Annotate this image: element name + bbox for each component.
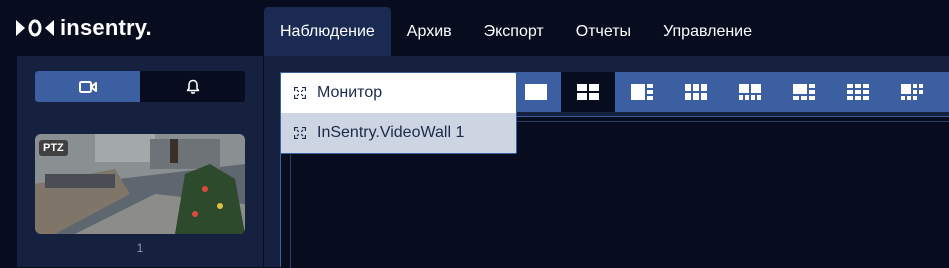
single-layout-icon xyxy=(525,84,547,100)
layout-1-plus-5-button[interactable] xyxy=(777,72,831,112)
1-plus-7-layout-icon xyxy=(901,84,923,100)
menu-item-monitor[interactable]: Монитор xyxy=(281,73,516,113)
layout-1-plus-7-button[interactable] xyxy=(885,72,939,112)
menu-item-label: Монитор xyxy=(317,84,383,101)
layout-1-plus-3-button[interactable] xyxy=(615,72,669,112)
camera-number-label: 1 xyxy=(136,241,144,255)
tab-observation[interactable]: Наблюдение xyxy=(264,7,391,56)
app-logo[interactable]: insentry. xyxy=(16,14,152,42)
main-nav: Наблюдение Архив Экспорт Отчеты Управлен… xyxy=(264,7,768,56)
grid-3x3-layout-icon xyxy=(847,84,869,100)
insentry-logo-icon xyxy=(16,19,54,37)
expand-icon xyxy=(294,87,306,99)
layout-3x2-button[interactable] xyxy=(669,72,723,112)
cameras-toggle-button[interactable] xyxy=(35,71,140,102)
1-plus-5-layout-icon xyxy=(793,84,815,100)
layout-2x2-button[interactable] xyxy=(561,72,615,112)
top-bar: insentry. Наблюдение Архив Экспорт Отчет… xyxy=(0,0,949,56)
layout-3x3-button[interactable] xyxy=(831,72,885,112)
menu-item-videowall[interactable]: InSentry.VideoWall 1 xyxy=(281,113,516,153)
tab-management[interactable]: Управление xyxy=(647,7,768,56)
2-plus-4-layout-icon xyxy=(739,84,761,100)
tab-archive[interactable]: Архив xyxy=(391,7,468,56)
1-plus-3-layout-icon xyxy=(631,84,653,100)
camera-thumbnail[interactable]: PTZ xyxy=(35,134,245,234)
bell-icon xyxy=(186,79,199,94)
expand-icon xyxy=(294,127,306,139)
video-camera-icon xyxy=(78,80,97,93)
events-toggle-button[interactable] xyxy=(140,71,245,102)
display-target-menu: Монитор InSentry.VideoWall 1 xyxy=(280,72,517,154)
layout-single-button[interactable] xyxy=(509,72,563,112)
grid-3x2-layout-icon xyxy=(685,84,707,100)
menu-item-label: InSentry.VideoWall 1 xyxy=(317,124,465,141)
logo-text: insentry. xyxy=(60,15,152,40)
sidebar-toggle xyxy=(35,71,245,102)
layout-2-plus-4-button[interactable] xyxy=(723,72,777,112)
sidebar: PTZ 1 xyxy=(17,56,263,267)
ptz-badge: PTZ xyxy=(39,140,68,156)
tab-export[interactable]: Экспорт xyxy=(468,7,560,56)
tab-reports[interactable]: Отчеты xyxy=(560,7,647,56)
grid-2x2-layout-icon xyxy=(577,84,599,100)
